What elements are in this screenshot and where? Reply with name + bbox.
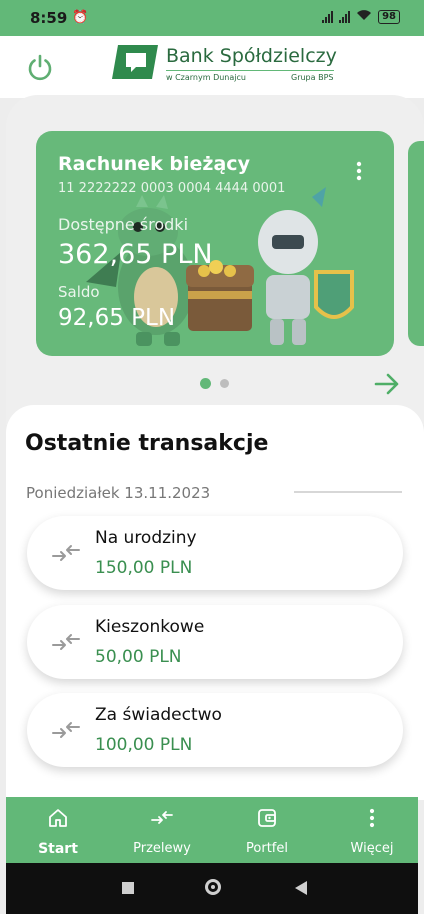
card-menu-icon[interactable]: [356, 161, 362, 181]
logo-mark-icon: [112, 45, 158, 79]
next-card-peek[interactable]: [408, 141, 424, 346]
nav-portfel[interactable]: Portfel: [217, 797, 317, 863]
available-label: Dostępne środki: [58, 215, 189, 234]
brand-group: Grupa BPS: [291, 73, 334, 82]
transfer-icon: [52, 634, 80, 650]
nav-label-portfel: Portfel: [246, 841, 288, 856]
status-icons: 98: [322, 9, 400, 25]
nav-start[interactable]: Start: [8, 797, 108, 863]
nav-przelewy[interactable]: Przelewy: [112, 797, 212, 863]
date-divider: [294, 491, 402, 493]
carousel-dots: [200, 378, 229, 389]
transaction-name: Kieszonkowe: [95, 617, 205, 637]
transaction-item[interactable]: Kieszonkowe 50,00 PLN: [27, 605, 403, 679]
carousel-dot[interactable]: [220, 379, 229, 388]
nav-label-wiecej: Więcej: [350, 841, 394, 856]
transactions-date: Poniedziałek 13.11.2023: [26, 484, 211, 502]
wifi-icon: [356, 9, 372, 25]
bank-logo: Bank Spółdzielczy w Czarnym Dunajcu Grup…: [112, 45, 342, 83]
alarm-off-icon: ⏰: [72, 10, 89, 25]
battery-icon: 98: [378, 10, 400, 24]
transaction-amount: 100,00 PLN: [95, 735, 193, 755]
transfer-icon: [52, 722, 80, 738]
transfer-icon: [52, 545, 80, 561]
balance-label: Saldo: [58, 283, 100, 301]
brand-divider: [166, 70, 334, 71]
brand-name: Bank Spółdzielczy: [166, 45, 337, 67]
transaction-amount: 150,00 PLN: [95, 558, 193, 578]
home-icon: [49, 809, 67, 827]
transfer-icon: [151, 811, 173, 824]
nav-label-start: Start: [38, 841, 78, 857]
recents-button[interactable]: [122, 882, 134, 894]
available-amount: 362,65 PLN: [58, 239, 213, 270]
transactions-title: Ostatnie transakcje: [25, 431, 269, 456]
system-nav-bar: [6, 863, 418, 914]
arrow-right-icon[interactable]: [374, 371, 400, 397]
more-icon: [369, 808, 375, 828]
transaction-item[interactable]: Za świadectwo 100,00 PLN: [27, 693, 403, 767]
wallet-icon: [258, 809, 276, 827]
status-bar: 8:59 ⏰ 98: [0, 0, 424, 36]
signal-icon: [322, 11, 334, 23]
status-time: 8:59: [30, 9, 68, 27]
power-icon[interactable]: [25, 52, 55, 82]
brand-sub: w Czarnym Dunajcu: [166, 73, 246, 82]
nav-wiecej[interactable]: Więcej: [322, 797, 422, 863]
signal-icon-2: [339, 11, 351, 23]
account-title: Rachunek bieżący: [58, 153, 250, 175]
transaction-amount: 50,00 PLN: [95, 647, 182, 667]
bottom-nav: Start Przelewy Portfel Więcej: [6, 797, 418, 863]
nav-label-przelewy: Przelewy: [133, 841, 191, 856]
transaction-name: Za świadectwo: [95, 705, 222, 725]
transaction-name: Na urodziny: [95, 528, 197, 548]
back-button[interactable]: [295, 881, 307, 895]
account-card[interactable]: Rachunek bieżący 11 2222222 0003 0004 44…: [36, 131, 394, 356]
carousel-dot-active[interactable]: [200, 378, 211, 389]
home-button[interactable]: [205, 879, 221, 895]
transaction-item[interactable]: Na urodziny 150,00 PLN: [27, 516, 403, 590]
balance-amount: 92,65 PLN: [58, 305, 176, 331]
account-number: 11 2222222 0003 0004 4444 0001: [58, 181, 286, 196]
